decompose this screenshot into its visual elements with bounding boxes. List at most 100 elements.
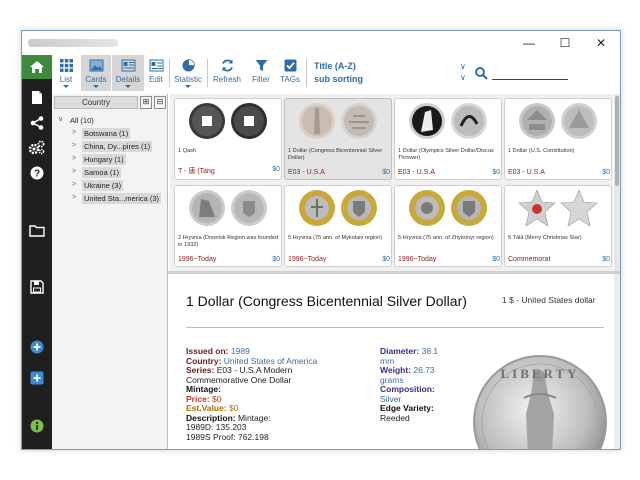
tree-item-ukraine[interactable]: > Ukraine (3): [52, 179, 168, 192]
coin-card[interactable]: 5 Hryvnia (75 ann. of Zhytomyr region) 1…: [394, 185, 502, 267]
card-period: E03 - U.S.A: [288, 169, 325, 176]
card-period: E03 - U.S.A: [508, 169, 545, 176]
coin-image: [189, 103, 267, 139]
chevron-down-icon: [93, 85, 99, 88]
edit-button[interactable]: Edit: [145, 55, 167, 91]
coin-card[interactable]: 2 Hryvnia (Donetsk Region was founded in…: [174, 185, 282, 267]
card-footer: E03 - U.S.A $0: [288, 169, 390, 176]
card-footer: Commemorat $0: [508, 256, 610, 263]
tree-item-china[interactable]: > China, Dy...pires (1): [52, 140, 168, 153]
card-footer: 1996~Today $0: [178, 256, 280, 263]
close-button[interactable]: ✕: [583, 31, 619, 55]
chevron-right-icon: >: [72, 181, 77, 188]
document-icon[interactable]: [22, 86, 52, 108]
filter-label: Filter: [252, 75, 270, 84]
grid-icon: [59, 59, 73, 72]
field-value: 38.1: [421, 346, 439, 356]
details-view-button[interactable]: Details: [112, 55, 144, 91]
edit-icon: [149, 59, 163, 72]
country-header[interactable]: Country: [54, 96, 138, 109]
field-value: E03 - U.S.A Modern: [216, 365, 293, 375]
list-label: List: [59, 75, 73, 84]
minimize-button[interactable]: —: [511, 31, 547, 55]
tree-item-usa[interactable]: > United Sta...merica (3): [52, 192, 168, 205]
coin-card[interactable]: 1 Qash T - 唐 (Tang $0: [174, 98, 282, 180]
card-price: $0: [272, 166, 280, 173]
coin-image: [299, 190, 377, 226]
cards-scrollbar[interactable]: [614, 94, 620, 271]
coin-card[interactable]: 5 Hryvnia (75 ann. of Mykolaiv region) 1…: [284, 185, 392, 267]
expand-all-button[interactable]: ⊞: [140, 96, 152, 109]
detail-right-column: Diameter: 38.1 mm Weight: 26.73 grams Co…: [380, 346, 460, 423]
tree-item-label: Botswana (1): [82, 128, 131, 139]
detail-left-column: Issued on: 1989 Country: United States o…: [186, 346, 376, 442]
svg-text:?: ?: [34, 169, 40, 180]
field-label: Issued on:: [186, 346, 229, 356]
toolbar-divider: [169, 59, 170, 87]
tags-button[interactable]: TAGs: [277, 55, 303, 91]
list-view-button[interactable]: List: [52, 55, 80, 91]
sort-dropdown-chevrons[interactable]: ∨ ∨: [460, 61, 466, 83]
search-icon[interactable]: [475, 67, 488, 80]
details-icon: [121, 59, 135, 72]
card-period: Commemorat: [508, 256, 551, 263]
detail-scrollbar[interactable]: [614, 274, 620, 449]
card-period: 1996~Today: [398, 256, 437, 263]
field-value: 1989: [230, 346, 250, 356]
search-input[interactable]: [492, 79, 568, 80]
collapse-all-button[interactable]: ⊟: [154, 96, 166, 109]
chevron-right-icon: >: [72, 155, 77, 162]
field-label: Price:: [186, 393, 210, 404]
card-title: 5 Hryvnia (75 ann. of Zhytomyr region): [398, 235, 494, 241]
tree-item-all[interactable]: ∨ All (10): [52, 114, 168, 127]
field-label: Description:: [186, 412, 236, 423]
field-value: 26.73: [413, 365, 435, 375]
card-period: T - 唐 (Tang: [178, 168, 215, 175]
coin-card[interactable]: 5 Tālā (Merry Christmas Star) Commemorat…: [504, 185, 612, 267]
coin-card[interactable]: 1 Dollar (Congress Bicentennial Silver D…: [284, 98, 392, 180]
save-icon[interactable]: [22, 276, 52, 298]
detail-title: 1 Dollar (Congress Bicentennial Silver D…: [186, 293, 467, 309]
card-title: 5 Tālā (Merry Christmas Star): [508, 235, 582, 241]
coin-card[interactable]: 1 Dollar (Olympics Silver Dollar/Discus …: [394, 98, 502, 180]
window-title: [28, 39, 118, 47]
field-value: Mintage:: [237, 412, 271, 423]
field-label: Composition:: [380, 384, 435, 394]
chevron-right-icon: >: [72, 194, 77, 201]
filter-button[interactable]: Filter: [248, 55, 274, 91]
field-label: Diameter:: [380, 346, 420, 356]
tree-item-samoa[interactable]: > Samoa (1): [52, 166, 168, 179]
filter-icon: [255, 60, 267, 71]
chevron-down-icon: [185, 85, 191, 88]
add-circle-icon[interactable]: [22, 336, 52, 358]
help-icon[interactable]: ?: [22, 162, 52, 184]
share-icon[interactable]: [22, 112, 52, 134]
info-icon[interactable]: [22, 415, 52, 437]
settings-icon[interactable]: [22, 137, 52, 159]
field-value: mm: [380, 355, 395, 366]
card-price: $0: [382, 169, 390, 176]
cards-view-button[interactable]: Cards: [81, 55, 111, 91]
field-label: Mintage:: [186, 384, 221, 394]
add-square-icon[interactable]: [22, 367, 52, 389]
tree-item-botswana[interactable]: > Botswana (1): [52, 127, 168, 140]
maximize-button[interactable]: ☐: [547, 31, 583, 55]
sort-selector[interactable]: Title (A-Z) sub sorting: [314, 60, 363, 86]
tree-item-label: China, Dy...pires (1): [82, 141, 153, 152]
field-value: Commemorative One Dollar: [186, 374, 292, 385]
card-footer: 1996~Today $0: [288, 256, 390, 263]
scrollbar-thumb[interactable]: [615, 96, 619, 186]
tree-item-hungary[interactable]: > Hungary (1): [52, 153, 168, 166]
folder-icon[interactable]: [22, 219, 52, 241]
statistic-button[interactable]: Statistic: [171, 55, 205, 91]
field-label: Series:: [186, 365, 215, 375]
coin-card[interactable]: 1 Dollar (U.S. Constitution) E03 - U.S.A…: [504, 98, 612, 180]
refresh-button[interactable]: Refresh: [210, 55, 244, 91]
cards-grid: 1 Qash T - 唐 (Tang $0 1 Dollar (Congress …: [170, 94, 613, 271]
card-price: $0: [272, 256, 280, 263]
home-icon[interactable]: [22, 55, 52, 79]
title-bar: — ☐ ✕: [22, 31, 620, 55]
field-value: grams: [380, 374, 404, 385]
refresh-icon: [221, 59, 233, 72]
tree-item-label: Samoa (1): [82, 167, 122, 178]
